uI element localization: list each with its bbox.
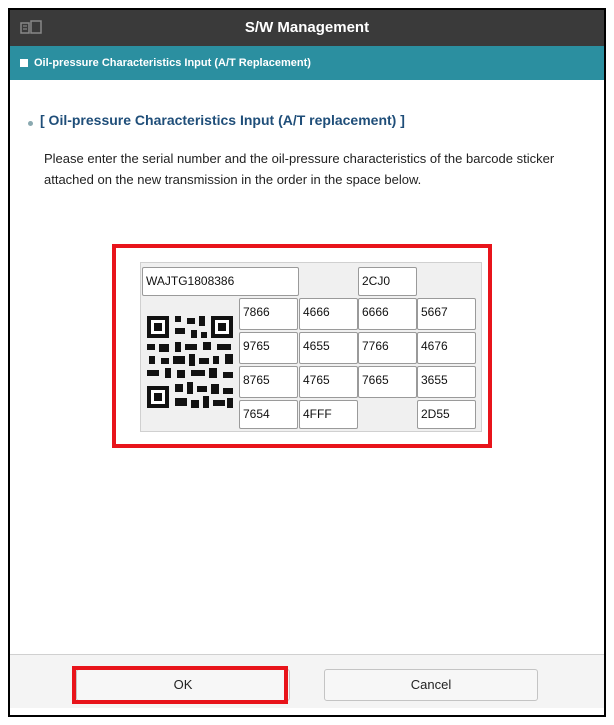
grid-cell[interactable]: 4666 — [299, 298, 358, 330]
grid-cell[interactable]: 3655 — [417, 366, 476, 398]
window-title: S/W Management — [244, 19, 370, 36]
title-bar: S/W Management — [10, 10, 604, 46]
serial-number-field[interactable]: WAJTG1808386 — [142, 267, 299, 296]
grid-cell[interactable]: 4765 — [299, 366, 358, 398]
instructions-text: Please enter the serial number and the o… — [44, 151, 555, 187]
grid-cell[interactable]: 2D55 — [417, 400, 476, 429]
grid-cell[interactable]: 4676 — [417, 332, 476, 364]
grid-cell[interactable]: 4655 — [299, 332, 358, 364]
grid-cell[interactable]: 6666 — [358, 298, 417, 330]
code-field[interactable]: 2CJ0 — [358, 267, 417, 296]
grid-cell[interactable]: 7866 — [239, 298, 298, 330]
grid-cell[interactable]: 7654 — [239, 400, 298, 429]
footer-bar: OK Cancel — [10, 654, 604, 708]
bullet-icon — [28, 121, 33, 126]
sub-header-title: Oil-pressure Characteristics Input (A/T … — [34, 57, 311, 69]
square-bullet-icon — [20, 59, 28, 67]
grid-cell[interactable]: 4FFF — [299, 400, 358, 429]
grid-cell[interactable]: 7665 — [358, 366, 417, 398]
cancel-button[interactable]: Cancel — [324, 669, 538, 701]
highlight-box-ok — [72, 666, 288, 704]
grid-cell[interactable]: 7766 — [358, 332, 417, 364]
grid-cell[interactable]: 9765 — [239, 332, 298, 364]
grid-cell[interactable]: 8765 — [239, 366, 298, 398]
grid-cell-empty[interactable] — [358, 400, 417, 429]
grid-cell[interactable]: 5667 — [417, 298, 476, 330]
qr-code-icon — [145, 310, 237, 416]
section-title: [ Oil-pressure Characteristics Input (A/… — [40, 112, 405, 128]
sub-header: Oil-pressure Characteristics Input (A/T … — [10, 46, 604, 80]
